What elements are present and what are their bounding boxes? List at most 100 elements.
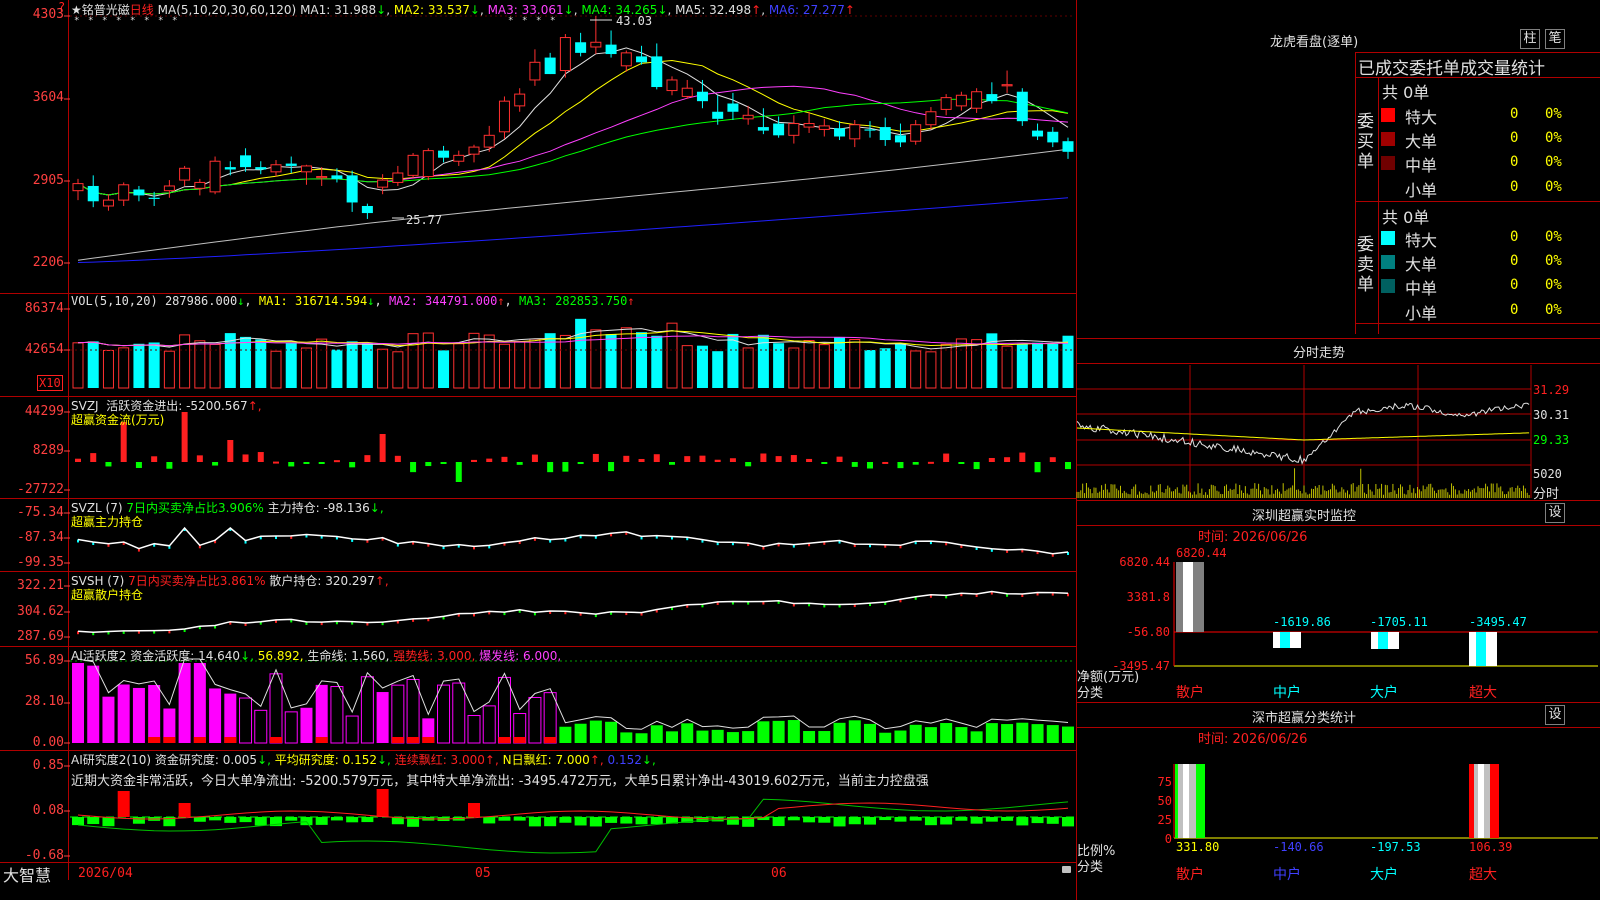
candle-body (696, 91, 708, 102)
activity-bar (955, 727, 968, 743)
fund-flow-bar (455, 462, 462, 482)
candle-body (544, 57, 556, 75)
candle-body (575, 42, 587, 53)
activity-bar (209, 688, 222, 743)
volume-bar (1001, 345, 1013, 389)
sz-monitor-settings-button[interactable]: 设 (1545, 503, 1565, 523)
research-green-bar (970, 817, 983, 824)
activity-bar (848, 720, 861, 743)
fenshi-top (1077, 338, 1600, 339)
volume-bar (590, 329, 602, 389)
buy-row-label: 大单 (1405, 132, 1438, 151)
activity-bar (528, 696, 542, 744)
dragon-header-top (1355, 52, 1600, 53)
fund-flow-bar (927, 461, 934, 464)
research-line-green (77, 798, 1069, 854)
research-green-bar (483, 817, 496, 824)
volume-bar (179, 334, 191, 389)
sz-class-y-label: 0 (1164, 832, 1172, 846)
volume-bar (636, 332, 648, 388)
candle-body (422, 150, 434, 178)
research-green-bar (361, 817, 374, 823)
sz-monitor-cat-label: 中户 (1273, 685, 1301, 701)
research-green-bar (848, 817, 861, 825)
ma6-arrow: ↑ (844, 3, 855, 17)
dragon-buy-sell-sep (1355, 201, 1600, 202)
ai-active-part4: 强势线: 3.000, (393, 649, 476, 663)
fund-flow-bar (867, 462, 873, 469)
volume-bar (803, 340, 815, 389)
svsh-arrow: ↑, (374, 574, 389, 588)
research-green-bar (787, 817, 800, 821)
activity-bar (1001, 724, 1014, 743)
sell-row-label: 小单 (1405, 304, 1438, 323)
sz-class-bar-value: -197.53 (1370, 840, 1421, 854)
svzl-y-label: -75.34 (17, 505, 64, 520)
fund-flow-bar (577, 462, 584, 465)
volume-bar (392, 351, 404, 389)
favorite-star-icon[interactable]: ★ (71, 3, 82, 17)
candle-body (453, 154, 465, 162)
sell-row-color-swatch (1381, 279, 1395, 293)
pen-mode-button[interactable]: 笔 (1545, 29, 1565, 49)
research-green-bar (1001, 817, 1014, 821)
bar-mode-button[interactable]: 柱 (1520, 29, 1540, 49)
activity-base-mark (163, 737, 176, 743)
sell-row-pct: 0% (1545, 229, 1562, 245)
vol-ma2-arrow: ↑ (497, 294, 505, 308)
ai-research-legend: AI研究度2(10) 资金研究度: 0.005↓, 平均研究度: 0.152↓,… (71, 751, 656, 768)
volume-bar (575, 318, 587, 388)
volume-bar (620, 327, 632, 389)
lock-icon[interactable] (1062, 866, 1071, 873)
research-green-bar (818, 817, 831, 823)
svsh-y-label: 287.69 (17, 629, 64, 644)
ai-active-legend: AI活跃度2 资金活跃度: 14.640↓, 56.892, 生命线: 1.56… (71, 647, 561, 664)
research-green-bar (1031, 817, 1044, 824)
svzj-subtitle: 超赢资金流(万元) (71, 413, 165, 427)
fenshi-price-label: 30.31 (1533, 408, 1570, 422)
activity-bar (224, 693, 237, 743)
ai-active-part5: 爆发线: 6.000, (479, 649, 562, 663)
sz-class-settings-button[interactable]: 设 (1545, 705, 1565, 725)
vol-ma1: MA1: 316714.594 (258, 294, 368, 308)
activity-bar (909, 724, 922, 743)
candle-body (392, 172, 404, 183)
buy-row-pct: 0% (1545, 106, 1562, 122)
vol-ma2: MA2: 344791.000 (388, 294, 498, 308)
fund-flow-bar (1049, 457, 1056, 462)
ai-active-part2: 56.892, (257, 649, 304, 663)
sell-row-label: 特大 (1405, 231, 1438, 250)
research-green-bar (193, 817, 206, 822)
volume-bar (331, 349, 343, 388)
sell-row-label: 中单 (1405, 279, 1438, 298)
ai-research-part4: N日飘红: 7.000 (502, 753, 590, 767)
candle-body (925, 111, 937, 126)
volume-bar (422, 332, 434, 389)
volume-bar (834, 337, 846, 388)
activity-bar (254, 709, 268, 744)
fund-flow-bar (851, 462, 858, 467)
fund-flow-bar (745, 462, 752, 467)
candle-body (681, 87, 693, 97)
activity-bar (345, 715, 359, 744)
sell-row-pct: 0% (1545, 277, 1562, 293)
volume-bar (712, 351, 724, 388)
research-green-bar (635, 817, 648, 825)
activity-base-mark (513, 737, 526, 743)
volume-bar (925, 351, 937, 389)
volume-bar (316, 338, 328, 389)
candle-body (803, 123, 815, 128)
ai-research-arrow3: ↑, (484, 753, 499, 767)
fund-flow-bar (669, 462, 675, 465)
fenshi-title: 分时走势 (1293, 346, 1346, 361)
candle-body (316, 176, 328, 179)
fund-flow-bar (486, 458, 493, 462)
activity-base-mark (498, 737, 511, 743)
volume-bar (605, 334, 617, 388)
ai-research-part1: 资金研究度: 0.005 (154, 753, 258, 767)
sz-monitor-top (1077, 500, 1600, 501)
activity-bar (757, 721, 770, 743)
activity-bar (87, 665, 100, 743)
period-label[interactable]: 日线 (130, 3, 154, 17)
research-green-bar (132, 817, 145, 824)
